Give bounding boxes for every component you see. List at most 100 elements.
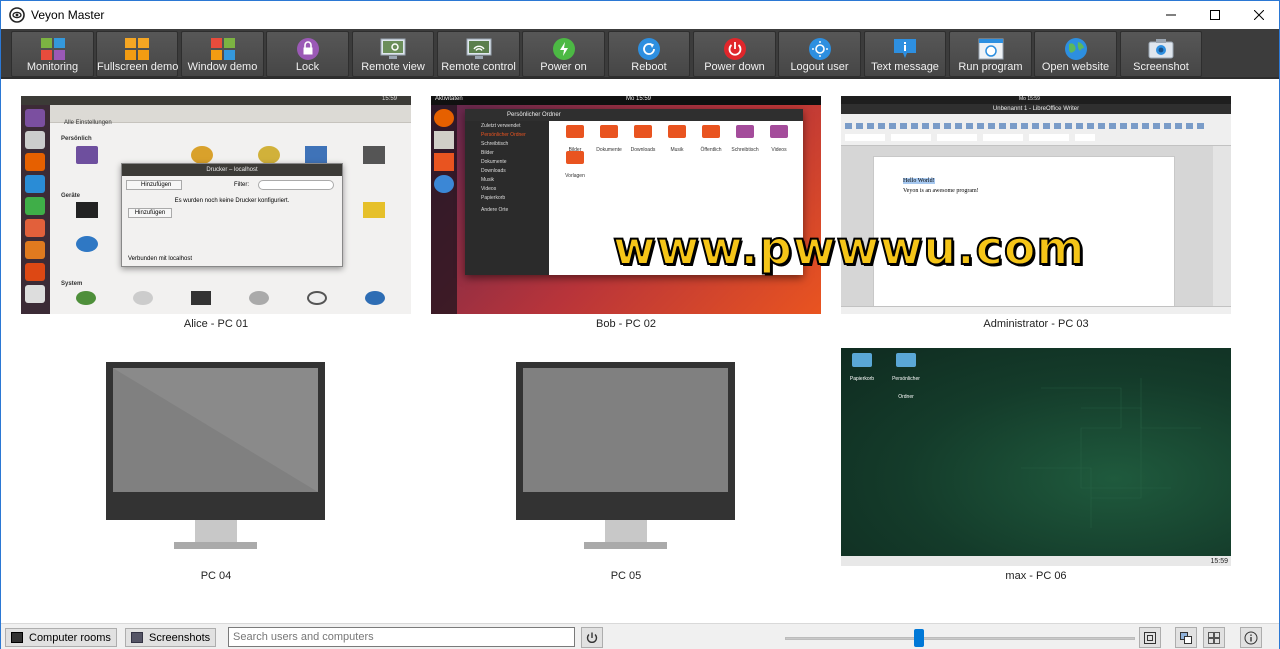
about-button[interactable] bbox=[1240, 627, 1262, 648]
power-icon bbox=[586, 632, 598, 643]
monitoring-button[interactable]: Monitoring bbox=[11, 31, 94, 77]
power-status-button[interactable] bbox=[581, 627, 603, 648]
section-devices: Geräte bbox=[61, 193, 81, 199]
monitoring-label: Monitoring bbox=[26, 61, 79, 73]
close-button[interactable] bbox=[1237, 1, 1280, 29]
run-program-label: Run program bbox=[958, 61, 1023, 73]
computer-rooms-label: Computer rooms bbox=[29, 631, 111, 644]
grid-icon bbox=[1208, 631, 1220, 644]
run-program-icon bbox=[978, 38, 1003, 60]
logout-user-icon bbox=[808, 38, 831, 60]
text-message-label: Text message bbox=[871, 61, 939, 73]
open-website-label: Open website bbox=[1041, 61, 1110, 73]
window-demo-icon bbox=[210, 38, 235, 60]
clock: 15:59 bbox=[381, 96, 397, 102]
screenshot-button[interactable]: Screenshot bbox=[1120, 31, 1202, 77]
monitoring-icon bbox=[40, 38, 65, 60]
arrange-button[interactable] bbox=[1175, 627, 1197, 648]
no-printers-message: Es wurden noch keine Drucker konfigurier… bbox=[174, 198, 290, 204]
veyon-app-icon bbox=[9, 7, 25, 23]
window-demo-button[interactable]: Window demo bbox=[181, 31, 264, 77]
printer-dialog: Drucker – localhost Hinzufügen Filter: E… bbox=[121, 163, 343, 267]
reboot-button[interactable]: Reboot bbox=[608, 31, 690, 77]
status-bar: Computer rooms Screenshots bbox=[1, 623, 1279, 649]
remote-view-label: Remote view bbox=[361, 61, 425, 73]
remote-view-button[interactable]: Remote view bbox=[352, 31, 434, 77]
zoom-slider-handle[interactable] bbox=[914, 629, 925, 647]
power-on-label: Power on bbox=[540, 61, 587, 73]
clock: 15:59 bbox=[1210, 558, 1228, 565]
auto-fit-button[interactable] bbox=[1139, 627, 1161, 648]
fullscreen-demo-icon bbox=[125, 38, 149, 60]
folder-item: Musik bbox=[663, 125, 691, 156]
printer-dialog-title: Drucker – localhost bbox=[122, 164, 342, 176]
run-program-button[interactable]: Run program bbox=[949, 31, 1032, 77]
files-sidebar-item: Andere Orte bbox=[481, 207, 509, 213]
computer-tile-pc06[interactable]: Papierkorb Persönlicher Ordner 15:59 max… bbox=[841, 348, 1231, 588]
screenshot-label: Screenshot bbox=[1133, 61, 1189, 73]
offline-monitor-icon bbox=[516, 362, 735, 549]
fullscreen-demo-label: Fullscreen demo bbox=[97, 61, 179, 73]
section-personal: Persönlich bbox=[61, 136, 92, 142]
screenshot-icon bbox=[1148, 39, 1174, 59]
folder-item: Schreibtisch bbox=[731, 125, 759, 156]
offline-monitor-icon bbox=[106, 362, 325, 549]
info-icon bbox=[1244, 631, 1258, 644]
open-website-button[interactable]: Open website bbox=[1034, 31, 1117, 77]
computer-caption: PC 05 bbox=[610, 570, 642, 582]
fullscreen-demo-button[interactable]: Fullscreen demo bbox=[96, 31, 178, 77]
power-down-button[interactable]: Power down bbox=[693, 31, 776, 77]
clock: Mo 15:59 bbox=[626, 96, 652, 102]
connection-status: Verbunden mit localhost bbox=[128, 256, 193, 262]
remote-control-icon bbox=[466, 38, 491, 59]
computer-caption: max - PC 06 bbox=[1005, 570, 1067, 582]
computer-tile-pc03[interactable]: Mo 15:59 Unbenannt 1 - LibreOffice Write… bbox=[841, 96, 1231, 336]
screen-thumbnail: Papierkorb Persönlicher Ordner 15:59 bbox=[841, 348, 1231, 566]
minimize-button[interactable] bbox=[1149, 1, 1193, 29]
reboot-label: Reboot bbox=[631, 61, 667, 73]
feature-toolbar: Monitoring Fullscreen demo Window demo L… bbox=[1, 29, 1279, 79]
logout-user-label: Logout user bbox=[790, 61, 849, 73]
filter-label: Filter: bbox=[234, 182, 249, 188]
remote-control-button[interactable]: Remote control bbox=[437, 31, 520, 77]
files-sidebar-item: Dokumente bbox=[481, 159, 507, 165]
computer-caption: PC 04 bbox=[200, 570, 232, 582]
computer-tile-pc04[interactable]: PC 04 bbox=[21, 346, 411, 586]
screenshots-button[interactable]: Screenshots bbox=[125, 628, 217, 647]
computer-caption: Alice - PC 01 bbox=[183, 318, 249, 330]
files-sidebar-item: Videos bbox=[481, 186, 497, 192]
all-settings-label: Alle Einstellungen bbox=[64, 120, 112, 126]
writer-line-2: Veyon is an awesome program! bbox=[903, 188, 979, 194]
computer-rooms-button[interactable]: Computer rooms bbox=[5, 628, 117, 647]
lock-button[interactable]: Lock bbox=[266, 31, 349, 77]
computer-tile-pc02[interactable]: Aktivitäten Mo 15:59 Persönlicher Ordner… bbox=[431, 96, 821, 336]
lock-icon bbox=[296, 38, 319, 60]
files-sidebar-item: Downloads bbox=[481, 168, 506, 174]
folder-item: Vorlagen bbox=[561, 151, 589, 182]
files-sidebar-item: Persönlicher Ordner bbox=[481, 132, 526, 138]
computer-tile-pc05[interactable]: PC 05 bbox=[431, 346, 821, 586]
files-sidebar-item: Schreibtisch bbox=[481, 141, 509, 147]
computer-tile-pc01[interactable]: 15:59 Alle Einstellungen Persönlich Gerä… bbox=[21, 96, 411, 336]
computer-caption: Administrator - PC 03 bbox=[983, 318, 1089, 330]
search-input[interactable] bbox=[228, 627, 575, 647]
printer-add-button-2: Hinzufügen bbox=[128, 208, 172, 218]
grid-view-button[interactable] bbox=[1203, 627, 1225, 648]
zoom-slider-track[interactable] bbox=[785, 637, 1135, 640]
maximize-icon bbox=[1210, 10, 1220, 20]
desktop-icon-trash: Papierkorb bbox=[847, 353, 877, 385]
window-title: Veyon Master bbox=[31, 8, 105, 22]
computer-caption: Bob - PC 02 bbox=[596, 318, 656, 330]
ubuntu-launcher bbox=[21, 105, 50, 314]
files-sidebar-item: Zuletzt verwendet bbox=[481, 123, 521, 129]
folder-item: Videos bbox=[765, 125, 793, 156]
text-message-icon bbox=[894, 39, 916, 58]
text-message-button[interactable]: Text message bbox=[864, 31, 946, 77]
window-demo-label: Window demo bbox=[187, 61, 258, 73]
power-on-button[interactable]: Power on bbox=[522, 31, 605, 77]
lock-label: Lock bbox=[295, 61, 320, 73]
remote-control-label: Remote control bbox=[441, 61, 516, 73]
logout-user-button[interactable]: Logout user bbox=[778, 31, 861, 77]
maximize-button[interactable] bbox=[1193, 1, 1237, 29]
minimize-icon bbox=[1166, 14, 1176, 16]
